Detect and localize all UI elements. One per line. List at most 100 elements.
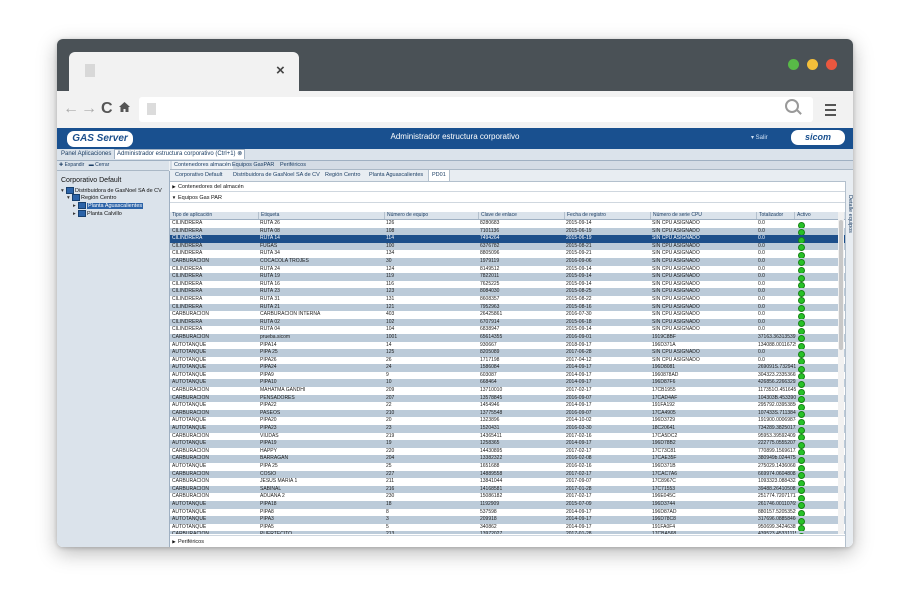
col-header[interactable]: Clave de enlace [478, 212, 564, 219]
crumb-region[interactable]: Región Centro [322, 170, 363, 181]
table-row[interactable]: AUTOTANQUE PIPA14 14 930667 2018-09-17 196D37… [170, 342, 845, 350]
col-header[interactable]: Etiqueta [258, 212, 384, 219]
table-row[interactable]: AUTOTANQUE PIPA23 23 1520431 2016-03-30 18C20… [170, 425, 845, 434]
table-cell: 0.0 [758, 288, 765, 295]
maximize-button[interactable] [788, 59, 799, 70]
section-contenedores[interactable]: ▶ Contenedores del almacén [170, 182, 845, 192]
detail-side-panel[interactable]: Detalle equipos [845, 181, 853, 547]
tree-node-calvillo[interactable]: ▸ Planta Calvillo [73, 210, 122, 218]
table-row[interactable]: AUTOTANQUE PIPA26 26 1717198 2017-04-12 SIN C… [170, 357, 845, 366]
table-row[interactable]: CILINDRERA RUTA 23 123 8084030 2015-08-25 SIN… [170, 288, 845, 297]
crumb-planta[interactable]: Planta Aguascalientes [366, 170, 426, 181]
table-row[interactable]: AUTOTANQUE PIPA22 22 1454946 2014-09-17 191FA… [170, 402, 845, 411]
table-row[interactable]: CILINDRERA RUTA 14 114 7494264 2015-06-19 SIN… [170, 235, 845, 244]
col-header[interactable]: Totalizador [756, 212, 794, 219]
table-row[interactable]: CARBURACION COSIO 227 14889558 2017-02-17 17C… [170, 470, 845, 480]
table-row[interactable]: CARBURACION BARRAGAN 204 13382322 2016-02-08… [170, 455, 845, 464]
table-row[interactable]: CARBURACION VIUDAS 219 14365411 2017-02-16 17… [170, 433, 845, 442]
table-row[interactable]: CILINDRERA RUTA 34 134 8805096 2015-09-21 SIN… [170, 250, 845, 259]
tree-node-region[interactable]: ▾ Región Centro [67, 194, 116, 202]
scroll-thumb[interactable] [839, 220, 843, 350]
table-row[interactable]: CARBURACION SABINAL 216 14168581 2017-01-28 1… [170, 485, 845, 495]
collapse-button[interactable]: ▬ Cerrar [89, 162, 110, 168]
crumb-distribuidora[interactable]: Distribuidora de GasNoel SA de CV [230, 170, 323, 181]
reload-icon[interactable]: C [101, 99, 113, 119]
table-row[interactable]: CILINDRERA RUTA 24 124 8149512 2015-09-14 SIN… [170, 266, 845, 275]
section-perifericos[interactable]: ▶ Periféricos [170, 535, 845, 547]
home-icon[interactable] [119, 102, 130, 112]
tree-node-aguascalientes[interactable]: ▸ Planta Aguascalientes [73, 202, 144, 210]
back-icon[interactable]: ← [63, 99, 79, 119]
tab-administrador[interactable]: Administrador estructura corporativo (Ct… [114, 149, 246, 159]
browser-tab[interactable]: × [69, 52, 299, 91]
table-cell: 191900.0006987473 [758, 417, 796, 424]
close-window-button[interactable] [826, 59, 837, 70]
table-cell: 191FA192 [652, 402, 675, 409]
table-cell: 13710010 [480, 387, 503, 394]
col-header[interactable]: Activo [794, 212, 838, 219]
table-row[interactable]: CILINDRERA RUTA 08 108 7101136 2015-06-19 SIN… [170, 227, 845, 237]
table-row[interactable]: CILINDRERA RUTA 04 104 6838947 2015-09-14 SIN… [170, 326, 845, 335]
table-row[interactable]: CARBURACION ADUANA 2 230 15086182 2017-02-17… [170, 493, 845, 502]
table-row[interactable]: CARBURACION COCACOLA TROJES 30 1979119 2016-… [170, 257, 845, 267]
table-cell: PIPA8 [260, 508, 274, 515]
tab-equipos[interactable]: Equipos GasPAR [230, 161, 276, 169]
table-row[interactable]: CILINDRERA RUTA 26 126 8280683 2015-09-14 SIN… [170, 220, 845, 229]
table-cell: 10 [386, 379, 392, 386]
table-cell: CARBURACION [172, 409, 209, 416]
menu-icon[interactable] [825, 104, 836, 119]
table-row[interactable]: AUTOTANQUE PIPA20 20 1323896 2014-10-02 196D3… [170, 417, 845, 426]
table-row[interactable]: AUTOTANQUE PIPA19 19 1258365 2014-09-17 196D7… [170, 440, 845, 449]
tab-panel-aplicaciones[interactable]: Panel Aplicaciones [59, 150, 113, 159]
table-cell: 295792.0395385027 [758, 402, 796, 409]
table-row[interactable]: CILINDRERA FUGAS 100 6376782 2015-08-21 SIN C… [170, 242, 845, 252]
col-header[interactable]: Número de equipo [384, 212, 478, 219]
table-row[interactable]: AUTOTANQUE PIPA5 5 340862 2014-09-17 191FA0F4… [170, 524, 845, 533]
table-row[interactable]: CARBURACION prueba.sicom 1001 65614355 2016-… [170, 333, 845, 343]
expand-button[interactable]: ✚ Expandir [59, 162, 84, 168]
table-row[interactable]: AUTOTANQUE PIPA18 18 1192909 2015-07-09 196D3… [170, 500, 845, 510]
table-row[interactable]: AUTOTANQUE PIPA9 9 603087 2014-09-17 1960878A… [170, 372, 845, 381]
table-scrollbar[interactable] [838, 212, 844, 534]
col-header[interactable]: Tipo de aplicación [170, 212, 258, 219]
table-row[interactable]: AUTOTANQUE PIPA 25 25 1651688 2016-02-16 196D… [170, 463, 845, 472]
table-cell: 2014-09-17 [566, 364, 592, 371]
table-cell: 6376782 [480, 242, 500, 249]
table-cell: 1979119 [480, 257, 500, 264]
tab-perifericos[interactable]: Periféricos [278, 161, 308, 169]
col-header[interactable]: Fecha de registro [564, 212, 650, 219]
table-row[interactable]: AUTOTANQUE PIPA10 10 668464 2014-09-17 196D87… [170, 379, 845, 388]
col-header[interactable]: Número de serie CPU [650, 212, 756, 219]
table-row[interactable]: AUTOTANQUE PIPA 25 125 8205089 2017-06-28 SIN… [170, 349, 845, 358]
table-row[interactable]: CILINDRERA RUTA 31 131 8608357 2015-08-22 SIN… [170, 295, 845, 305]
table-cell: 14 [386, 341, 392, 348]
table-row[interactable]: CARBURACION JESUS MARIA 1 211 13841044 2017-… [170, 478, 845, 487]
table-row[interactable]: CILINDRERA RUTA 21 121 7952963 2015-08-16 SIN… [170, 303, 845, 313]
table-cell: 209918 [480, 516, 497, 523]
table-row[interactable]: CARBURACION HAPPY 220 14430895 2017-02-17 17C… [170, 448, 845, 457]
crumb-pd01[interactable]: PD01 [428, 170, 450, 181]
minimize-button[interactable] [807, 59, 818, 70]
tree-root[interactable]: Corporativo Default [61, 177, 121, 184]
section-equipos[interactable]: ▼ Equipos Gas PAR [170, 193, 845, 203]
logout-link[interactable]: ▾ Salir [751, 134, 768, 141]
table-row[interactable]: CILINDRERA RUTA 02 102 6707914 2015-06-18 SIN… [170, 318, 845, 328]
tab-contenedores[interactable]: Contenedores almacén [172, 161, 233, 169]
search-icon[interactable] [785, 99, 799, 113]
table-row[interactable]: CARBURACION PENSADORES 207 13578845 2016-09-… [170, 394, 845, 404]
table-row[interactable]: AUTOTANQUE PIPA24 24 1586084 2014-09-17 196D8… [170, 364, 845, 373]
crumb-corporativo[interactable]: Corporativo Default [172, 170, 225, 181]
table-row[interactable]: CILINDRERA RUTA 16 116 7625225 2015-09-14 SIN… [170, 281, 845, 290]
table-cell: 0.0 [758, 295, 765, 302]
address-bar[interactable] [139, 97, 813, 122]
table-row[interactable]: CARBURACION CARBURACION INTERNA 403 2642586… [170, 311, 845, 320]
table-cell: RUTA 02 [260, 318, 280, 325]
table-row[interactable]: CARBURACION PASEOS 210 13775548 2016-09-07 17… [170, 409, 845, 419]
forward-icon[interactable]: → [81, 99, 97, 119]
tab-close-icon[interactable]: × [276, 62, 285, 80]
table-row[interactable]: CILINDRERA RUTA 19 119 7822011 2015-09-14 SIN… [170, 273, 845, 282]
table-row[interactable]: AUTOTANQUE PIPA3 3 209918 2014-09-17 196D78C8… [170, 516, 845, 525]
table-row[interactable]: CARBURACIONPUERTECITO213139720272017-01-… [170, 531, 845, 534]
table-row[interactable]: AUTOTANQUE PIPA8 8 537598 2014-09-17 196D87AD… [170, 508, 845, 518]
table-row[interactable]: CARBURACION MAHATMA GANDHI 209 13710010 2017… [170, 387, 845, 396]
